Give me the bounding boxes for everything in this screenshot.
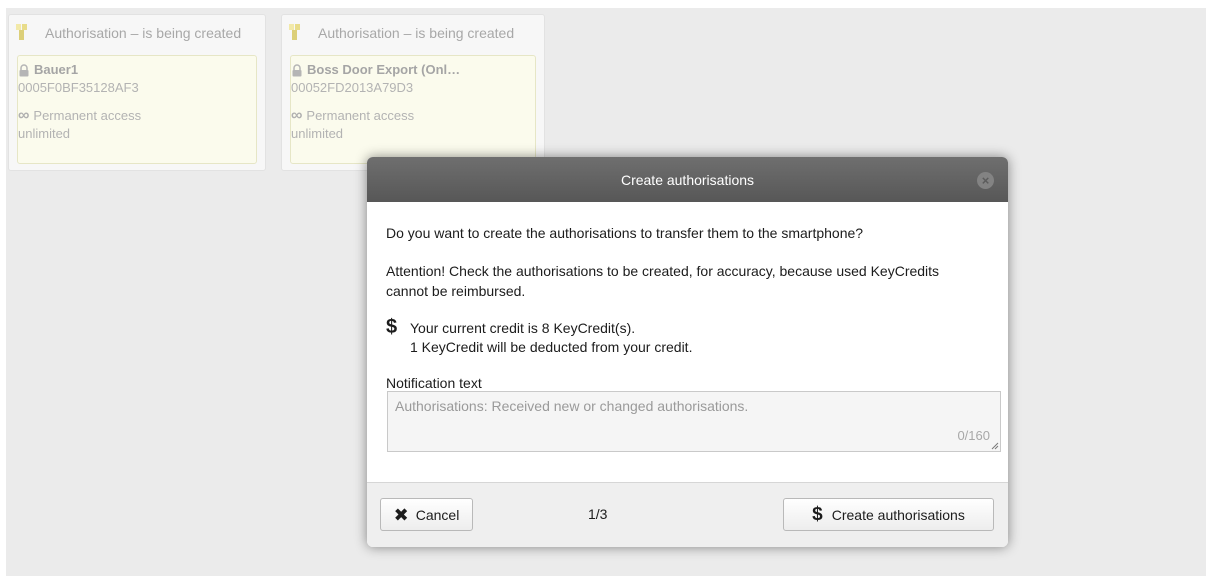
create-authorisations-button[interactable]: $ Create authorisations (783, 498, 994, 531)
authorisation-card[interactable]: Authorisation – is being created Boss Do… (281, 14, 545, 171)
card-code: 0005F0BF35128AF3 (18, 80, 139, 95)
dialog-title: Create authorisations (620, 171, 755, 188)
notification-field[interactable]: 0/160 (387, 391, 1001, 452)
cancel-label: Cancel (415, 506, 460, 523)
resize-handle-icon[interactable] (991, 442, 999, 450)
card-access-row: ∞ Permanent access (291, 107, 535, 125)
card-status: Authorisation – is being created (318, 25, 515, 41)
card-body: Boss Door Export (Onl… 00052FD2013A79D3 … (290, 55, 536, 164)
lock-icon (19, 63, 29, 76)
card-access: Permanent access (33, 108, 142, 123)
dialog-footer: ✖ Cancel 1/3 $ Create authorisations (367, 482, 1008, 547)
card-title-row: Bauer1 (18, 61, 256, 79)
card-title: Boss Door Export (Onl… (307, 62, 461, 77)
card-status: Authorisation – is being created (45, 25, 242, 41)
card-access-row: ∞ Permanent access (18, 107, 256, 125)
lock-icon (292, 63, 302, 76)
dialog-header: Create authorisations × (367, 157, 1008, 202)
card-code: 00052FD2013A79D3 (291, 80, 414, 95)
infinity-icon: ∞ (18, 107, 30, 124)
card-header: Authorisation – is being created (282, 15, 544, 51)
key-icon (289, 24, 300, 40)
card-validity: unlimited (18, 126, 71, 141)
credit-deduction: 1 KeyCredit will be deducted from your c… (410, 339, 693, 355)
dollar-icon: $ (812, 504, 823, 525)
close-icon[interactable]: × (977, 172, 994, 189)
infinity-icon: ∞ (291, 107, 303, 124)
authorisation-card[interactable]: Authorisation – is being created Bauer1 … (8, 14, 266, 171)
notification-input[interactable] (388, 392, 1000, 451)
create-label: Create authorisations (831, 506, 965, 523)
pager: 1/3 (588, 506, 608, 522)
cancel-icon: ✖ (393, 504, 409, 525)
card-body: Bauer1 0005F0BF35128AF3 ∞ Permanent acce… (17, 55, 257, 164)
card-title: Bauer1 (34, 62, 79, 77)
confirmation-question: Do you want to create the authorisations… (386, 225, 864, 241)
credit-info: $ Your current credit is 8 KeyCredit(s).… (386, 316, 692, 357)
card-validity: unlimited (291, 126, 344, 141)
card-access: Permanent access (306, 108, 415, 123)
attention-message: Attention! Check the authorisations to b… (386, 263, 940, 299)
card-header: Authorisation – is being created (9, 15, 265, 51)
credit-text: Your current credit is 8 KeyCredit(s). 1… (410, 319, 692, 357)
notification-label: Notification text (386, 375, 482, 391)
key-icon (16, 24, 27, 40)
char-counter: 0/160 (957, 428, 990, 443)
cancel-button[interactable]: ✖ Cancel (380, 498, 473, 531)
credit-balance: Your current credit is 8 KeyCredit(s). (410, 320, 636, 336)
create-authorisations-dialog: Create authorisations × Do you want to c… (367, 157, 1008, 547)
card-title-row: Boss Door Export (Onl… (291, 61, 535, 79)
dollar-icon: $ (386, 316, 398, 338)
